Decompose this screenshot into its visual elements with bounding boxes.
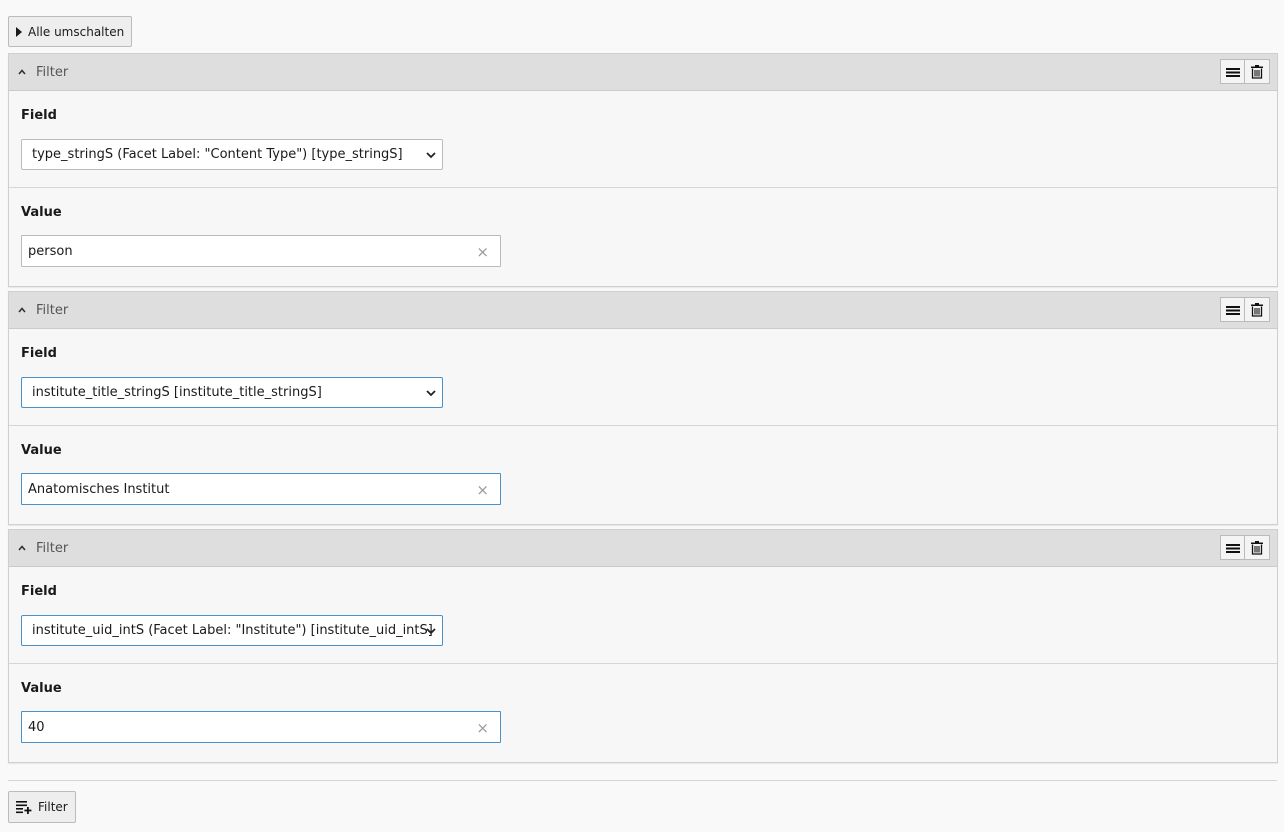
toggle-all-button[interactable]: Alle umschalten (8, 16, 133, 47)
add-filter-label: Filter (38, 800, 68, 814)
filter-panel-3: Filter Field institute_uid_intS (Facet L… (8, 529, 1278, 763)
delete-button[interactable] (1245, 297, 1270, 322)
field-select[interactable]: institute_title_stringS [institute_title… (21, 377, 443, 408)
value-input-text: 40 (28, 719, 45, 735)
panel-title: Filter (36, 65, 69, 80)
triangle-right-icon (16, 26, 22, 37)
drag-button[interactable] (1220, 59, 1245, 84)
divider (8, 780, 1277, 781)
chevron-down-icon (426, 390, 436, 397)
field-label: Field (21, 108, 57, 123)
chevron-down-icon (426, 152, 436, 159)
delete-button[interactable] (1245, 59, 1270, 84)
drag-button[interactable] (1220, 535, 1245, 560)
clear-x-icon[interactable]: × (476, 243, 489, 261)
chevron-up-icon[interactable] (18, 306, 26, 314)
value-input-text: Anatomisches Institut (28, 481, 170, 497)
add-filter-button[interactable]: Filter (8, 791, 76, 823)
filter-panel-1: Filter Field type_stringS (Facet Label: … (8, 53, 1278, 287)
add-filter-icon (16, 801, 32, 814)
value-input[interactable]: Anatomisches Institut × (21, 473, 501, 505)
clear-x-icon[interactable]: × (476, 719, 489, 737)
panel-title: Filter (36, 541, 69, 556)
drag-button[interactable] (1220, 297, 1245, 322)
field-select-value: type_stringS (Facet Label: "Content Type… (32, 147, 403, 162)
value-label: Value (21, 681, 62, 696)
field-select[interactable]: type_stringS (Facet Label: "Content Type… (21, 139, 443, 170)
value-label: Value (21, 205, 62, 220)
clear-x-icon[interactable]: × (476, 481, 489, 499)
filter-panel-header[interactable]: Filter (9, 292, 1277, 329)
filter-panel-header[interactable]: Filter (9, 530, 1277, 567)
panel-title: Filter (36, 303, 69, 318)
menu-lines-icon (1225, 305, 1240, 315)
trash-icon (1251, 540, 1263, 555)
field-select-value: institute_uid_intS (Facet Label: "Instit… (32, 623, 433, 638)
value-label: Value (21, 443, 62, 458)
trash-icon (1251, 64, 1263, 79)
filter-panel-2: Filter Field institute_title_stringS [in… (8, 291, 1278, 525)
toggle-all-label: Alle umschalten (28, 24, 125, 39)
delete-button[interactable] (1245, 535, 1270, 560)
value-input[interactable]: 40 × (21, 711, 501, 743)
chevron-down-icon (426, 628, 436, 635)
value-input-text: person (28, 243, 73, 259)
chevron-up-icon[interactable] (18, 544, 26, 552)
field-select[interactable]: institute_uid_intS (Facet Label: "Instit… (21, 615, 443, 646)
trash-icon (1251, 302, 1263, 317)
filter-panel-header[interactable]: Filter (9, 54, 1277, 91)
field-label: Field (21, 346, 57, 361)
menu-lines-icon (1225, 543, 1240, 553)
value-input[interactable]: person × (21, 235, 501, 267)
chevron-up-icon[interactable] (18, 68, 26, 76)
menu-lines-icon (1225, 67, 1240, 77)
field-select-value: institute_title_stringS [institute_title… (32, 385, 322, 400)
field-label: Field (21, 584, 57, 599)
